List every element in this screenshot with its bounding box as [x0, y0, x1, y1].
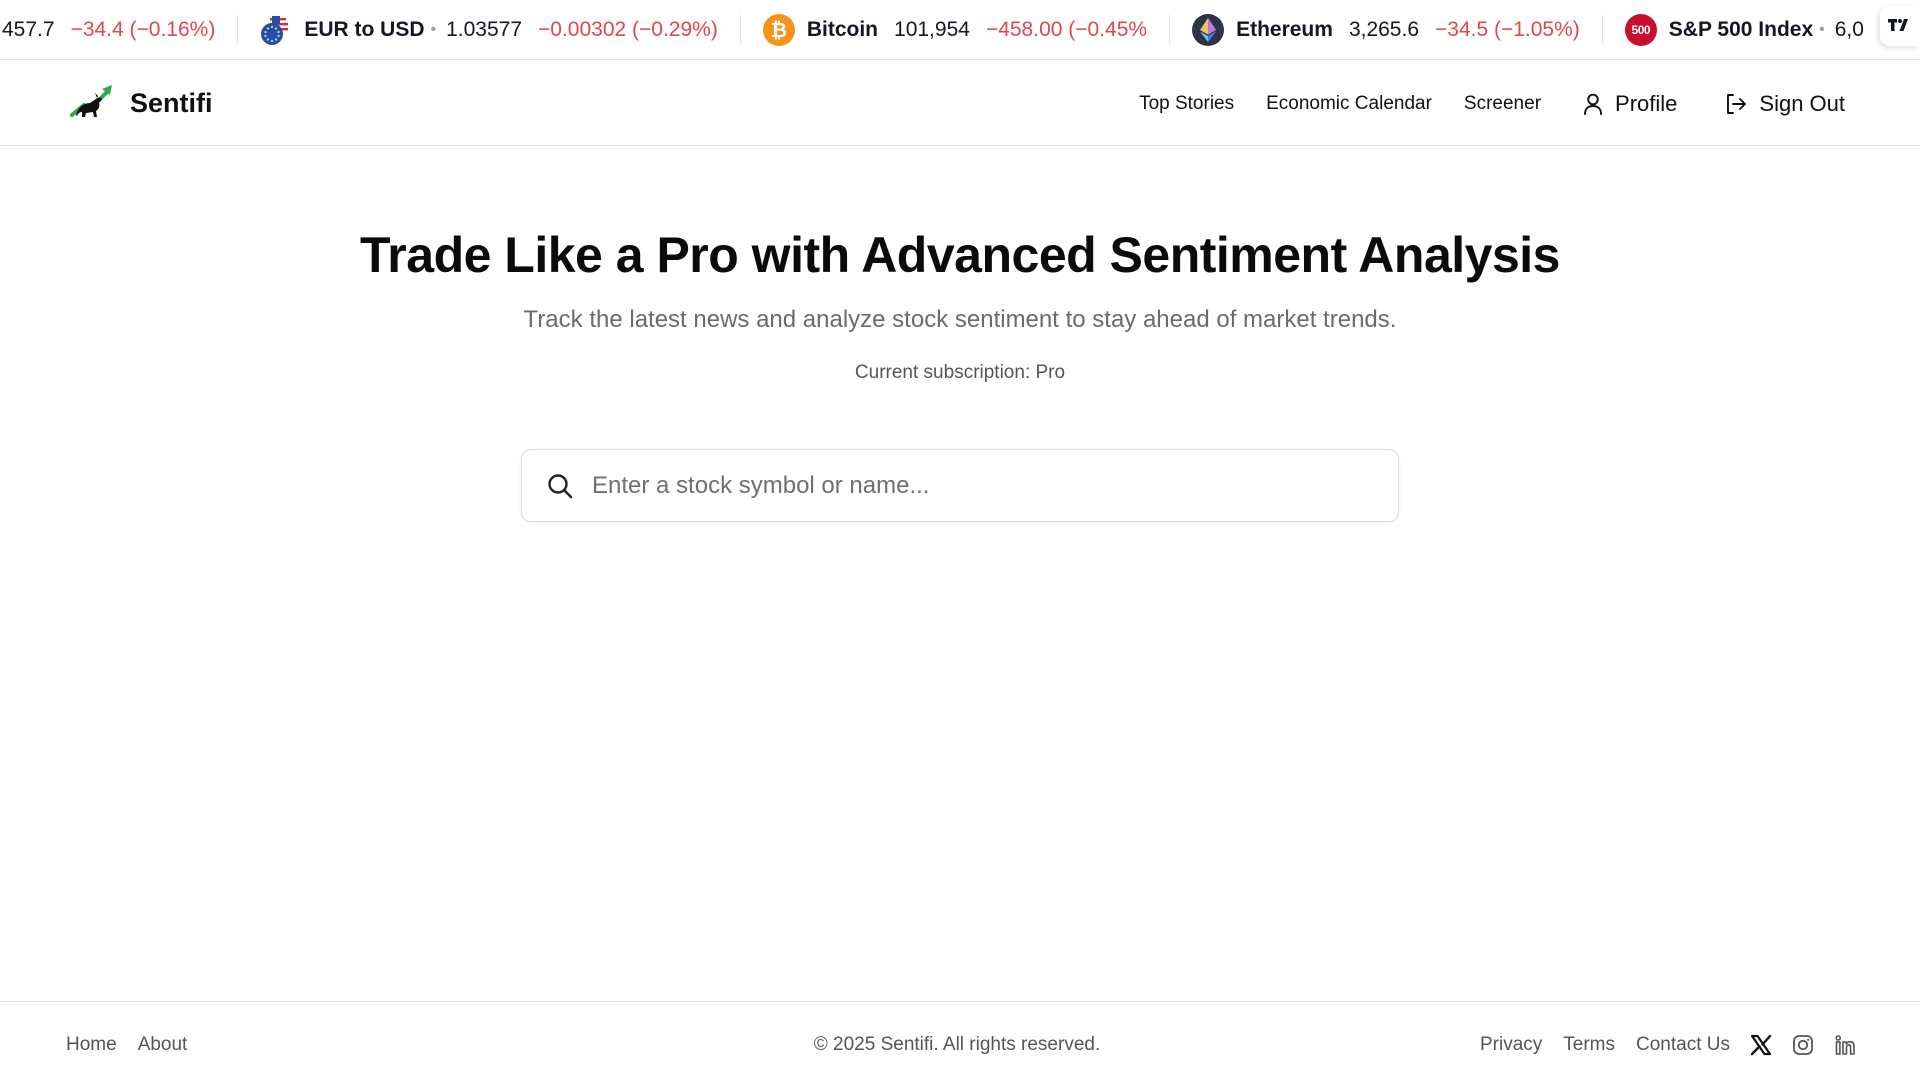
site-footer: Home About © 2025 Sentifi. All rights re…: [0, 1001, 1920, 1086]
ticker-price: 101,954: [894, 18, 970, 41]
ticker-item-eur-usd[interactable]: EUR to USD • 1.03577 −0.00302 (−0.29%): [237, 0, 740, 59]
footer-contact-link[interactable]: Contact Us: [1636, 1034, 1730, 1056]
logout-icon: [1725, 93, 1759, 115]
nav-screener[interactable]: Screener: [1464, 93, 1541, 115]
ticker-item-partial[interactable]: 457.7 −34.4 (−0.16%): [0, 0, 237, 59]
ticker-dot: •: [430, 21, 437, 38]
ticker-name: Ethereum: [1236, 18, 1333, 41]
footer-right-links: Privacy Terms Contact Us: [1459, 1002, 1856, 1087]
ticker-change: −0.00302 (−0.29%): [538, 18, 718, 41]
nav-economic-calendar[interactable]: Economic Calendar: [1266, 93, 1432, 115]
profile-label: Profile: [1615, 90, 1678, 116]
ticker-track: 457.7 −34.4 (−0.16%) EUR to USD • 1.0357…: [0, 0, 1902, 59]
sp500-icon: 500: [1624, 14, 1657, 46]
profile-button[interactable]: Profile: [1565, 83, 1695, 125]
x-icon[interactable]: [1750, 1034, 1772, 1056]
ticker-name: Bitcoin: [806, 18, 879, 41]
ticker-name: EUR to USD: [304, 18, 425, 41]
ticker-change: −34.5 (−1.05%): [1435, 18, 1580, 41]
sign-out-label: Sign Out: [1759, 90, 1845, 116]
ticker-tape: 457.7 −34.4 (−0.16%) EUR to USD • 1.0357…: [0, 0, 1920, 60]
sign-out-button[interactable]: Sign Out: [1707, 83, 1845, 125]
stock-search-box[interactable]: [521, 449, 1399, 522]
ticker-change: −34.4 (−0.16%): [70, 18, 216, 41]
nav-top-stories[interactable]: Top Stories: [1139, 93, 1234, 115]
user-icon: [1583, 93, 1615, 115]
linkedin-icon[interactable]: [1834, 1034, 1856, 1056]
eur-usd-flag-icon: [260, 14, 292, 46]
ticker-price: 457.7: [2, 18, 55, 41]
ticker-item-bitcoin[interactable]: ₿ Bitcoin 101,954 −458.00 (−0.45%: [740, 0, 1169, 59]
ticker-price: 1.03577: [446, 18, 523, 41]
stock-search-input[interactable]: [592, 455, 1398, 516]
ticker-name: S&P 500 Index: [1668, 18, 1814, 41]
ticker-dot: •: [1819, 21, 1825, 38]
page-subtitle: Track the latest news and analyze stock …: [523, 306, 1397, 333]
footer-privacy-link[interactable]: Privacy: [1480, 1034, 1542, 1056]
ticker-change: −458.00 (−0.45%: [985, 18, 1148, 41]
footer-left-links: Home About: [66, 1002, 208, 1087]
subscription-status: Current subscription: Pro: [854, 362, 1066, 383]
ticker-price: 6,0: [1834, 18, 1864, 41]
site-header: Sentifi Top Stories Economic Calendar Sc…: [0, 61, 1920, 146]
main-nav: Top Stories Economic Calendar Screener P…: [1107, 61, 1845, 146]
sp500-icon-label: 500: [1631, 23, 1651, 37]
brand-name: Sentifi: [130, 88, 213, 118]
footer-terms-link[interactable]: Terms: [1563, 1034, 1615, 1056]
tradingview-icon[interactable]: [1880, 6, 1920, 46]
ticker-price: 3,265.6: [1348, 18, 1420, 41]
search-icon: [522, 449, 592, 522]
ethereum-icon: [1192, 14, 1225, 46]
bitcoin-icon: ₿: [762, 14, 795, 46]
footer-home-link[interactable]: Home: [66, 1034, 117, 1056]
footer-about-link[interactable]: About: [138, 1034, 188, 1056]
page-title: Trade Like a Pro with Advanced Sentiment…: [360, 227, 1560, 283]
ticker-item-sp500[interactable]: 500 S&P 500 Index • 6,0: [1602, 0, 1902, 59]
brand-home-link[interactable]: Sentifi: [70, 61, 213, 146]
ticker-item-ethereum[interactable]: Ethereum 3,265.6 −34.5 (−1.05%): [1169, 0, 1602, 59]
bull-chart-logo-icon: [70, 81, 130, 126]
instagram-icon[interactable]: [1792, 1034, 1814, 1056]
